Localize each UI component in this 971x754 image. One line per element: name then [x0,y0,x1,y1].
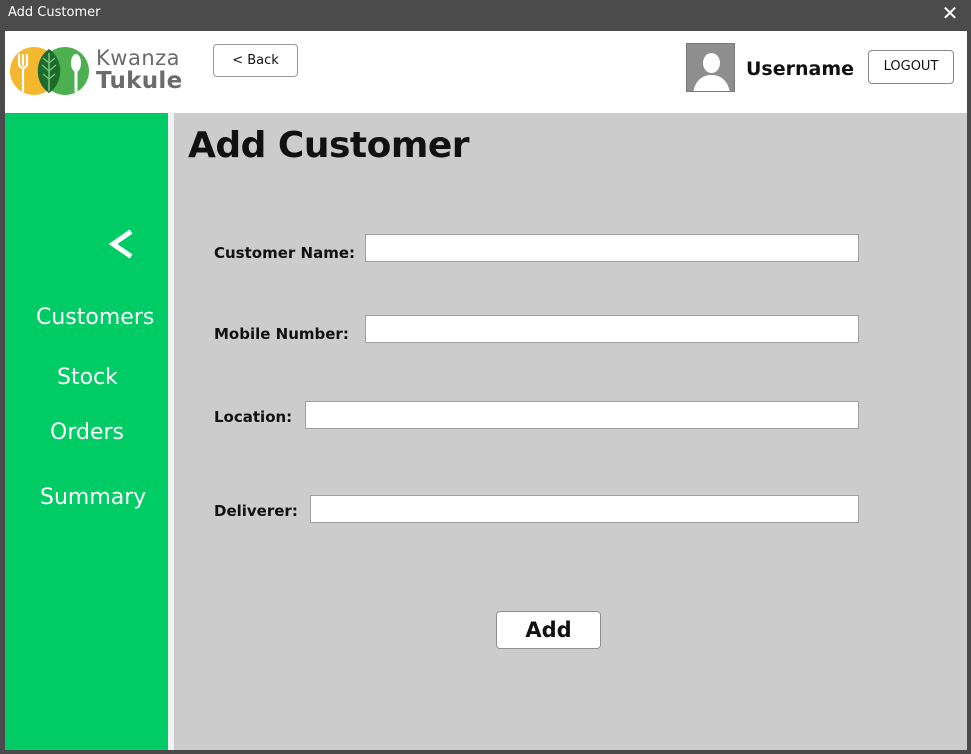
back-button[interactable]: < Back [213,44,298,77]
app-window: Add Customer ✕ Kwanza Tukule < Back User… [0,0,971,754]
main-content: Add Customer Customer Name: Mobile Numbe… [174,113,967,750]
user-icon [687,44,734,91]
page-title: Add Customer [188,125,470,166]
sidebar-item-customers[interactable]: Customers [36,305,154,330]
close-icon[interactable]: ✕ [939,2,961,26]
brand-name: Kwanza Tukule [96,47,183,93]
sidebar-item-summary[interactable]: Summary [40,485,146,510]
avatar [686,43,735,92]
sidebar-item-stock[interactable]: Stock [57,365,118,390]
header: Kwanza Tukule < Back Username LOGOUT [5,31,967,113]
logo-icon [10,47,89,95]
brand-line-2: Tukule [96,68,183,94]
chevron-left-icon[interactable] [105,227,135,261]
deliverer-input[interactable] [310,495,859,523]
title-bar: Add Customer ✕ [0,0,971,30]
window-title: Add Customer [8,5,101,20]
location-input[interactable] [305,401,859,429]
customer-name-input[interactable] [365,234,859,262]
brand-line-1: Kwanza [96,46,181,70]
client-area: Kwanza Tukule < Back Username LOGOUT Cus… [5,31,967,750]
sidebar-item-orders[interactable]: Orders [50,420,124,445]
add-button[interactable]: Add [496,611,601,649]
username-label: Username [746,58,855,80]
location-label: Location: [214,408,293,426]
sidebar: Customers Stock Orders Summary [5,113,168,750]
deliverer-label: Deliverer: [214,502,298,520]
logout-button[interactable]: LOGOUT [868,50,954,84]
mobile-number-label: Mobile Number: [214,325,349,343]
mobile-number-input[interactable] [365,315,859,343]
customer-name-label: Customer Name: [214,244,355,262]
